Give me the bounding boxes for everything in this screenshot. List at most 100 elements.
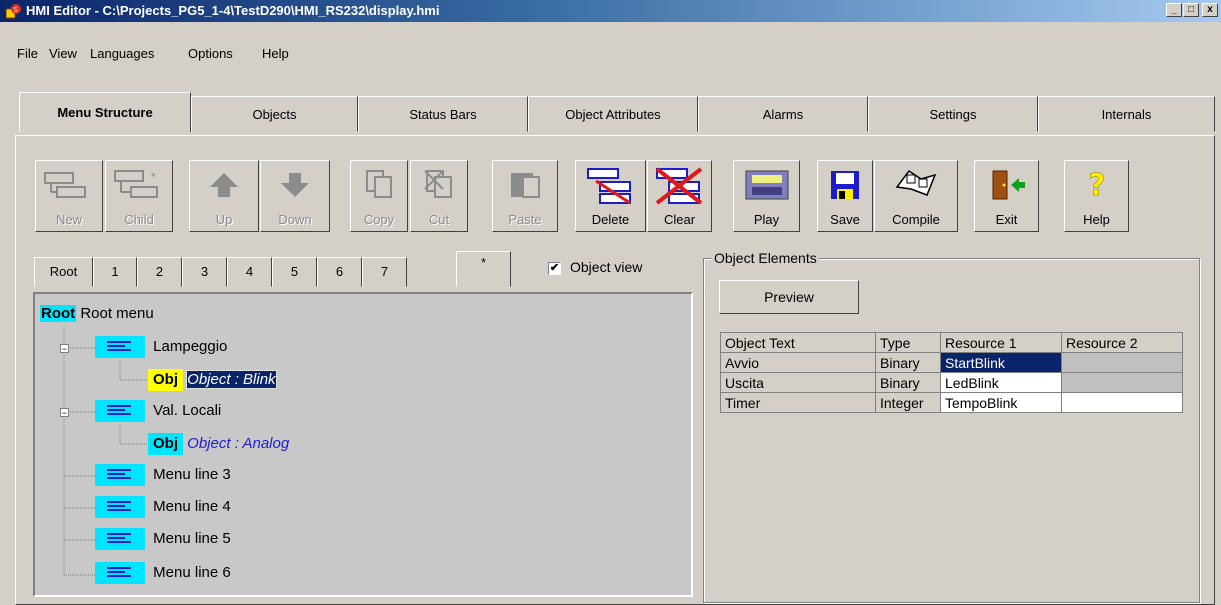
cell-resource-2[interactable] — [1061, 352, 1183, 373]
table-row[interactable]: Avvio Binary StartBlink — [720, 352, 1183, 373]
menu-line-bar — [107, 537, 125, 540]
subtab-new[interactable]: * — [456, 251, 511, 287]
compile-button[interactable]: Compile — [874, 160, 958, 232]
cell-type[interactable]: Binary — [875, 352, 941, 373]
root-tag: Root — [40, 305, 77, 322]
preview-button[interactable]: Preview — [719, 280, 859, 314]
cell-resource-1[interactable]: TempoBlink — [940, 392, 1062, 413]
cell-object-text[interactable]: Timer — [720, 392, 876, 413]
cell-resource-1[interactable]: LedBlink — [940, 372, 1062, 393]
menu-options[interactable]: Options — [188, 46, 233, 61]
menu-tree[interactable]: Root Root menu − Lampeggio Obj Object : … — [33, 292, 693, 597]
tree-menu-val-locali[interactable]: Val. Locali — [95, 399, 221, 423]
subtab-1[interactable]: 1 — [93, 257, 137, 287]
collapse-toggle[interactable]: − — [60, 344, 69, 354]
column-header: Resource 1 — [940, 332, 1062, 353]
menu-line-bar — [107, 501, 131, 504]
tab-alarms[interactable]: Alarms — [698, 96, 868, 132]
delete-button[interactable]: Delete — [575, 160, 646, 232]
column-header: Object Text — [720, 332, 876, 353]
menu-label: Val. Locali — [153, 402, 222, 419]
up-button[interactable]: Up — [189, 160, 259, 232]
compile-icon — [895, 169, 937, 196]
menu-line-icon — [95, 464, 145, 487]
child-button[interactable]: * Child — [105, 160, 173, 232]
hmi-editor-window: S HMI Editor - C:\Projects_PG5_1-4\TestD… — [0, 0, 1221, 605]
tree-object-blink[interactable]: Obj Object : Blink — [148, 368, 277, 392]
tree-menu-line-6[interactable]: Menu line 6 — [95, 561, 231, 585]
object-view-label: Object view — [570, 259, 643, 275]
child-label: Child — [124, 212, 154, 227]
down-button[interactable]: Down — [260, 160, 330, 232]
copy-button[interactable]: Copy — [350, 160, 408, 232]
object-label: Object : Blink — [186, 370, 277, 389]
menu-line-bar — [107, 505, 125, 508]
table-header: Object Text Type Resource 1 Resource 2 — [720, 332, 1183, 353]
menu-file[interactable]: File — [17, 46, 38, 61]
subtab-5[interactable]: 5 — [272, 257, 317, 287]
clear-button[interactable]: Clear — [647, 160, 712, 232]
save-button[interactable]: Save — [817, 160, 873, 232]
title-bar[interactable]: S HMI Editor - C:\Projects_PG5_1-4\TestD… — [0, 0, 1221, 22]
save-label: Save — [830, 212, 860, 227]
cell-object-text[interactable]: Uscita — [720, 372, 876, 393]
tree-menu-line-5[interactable]: Menu line 5 — [95, 527, 231, 551]
subtab-6[interactable]: 6 — [317, 257, 362, 287]
cell-resource-2[interactable] — [1061, 372, 1183, 393]
new-icon — [44, 172, 86, 198]
tree-menu-line-3[interactable]: Menu line 3 — [95, 463, 231, 487]
object-view-checkbox[interactable]: ✔ — [548, 262, 561, 275]
tab-menu-structure[interactable]: Menu Structure — [19, 92, 191, 132]
delete-icon — [586, 168, 631, 205]
tree-menu-line-4[interactable]: Menu line 4 — [95, 495, 231, 519]
exit-button[interactable]: Exit — [974, 160, 1039, 232]
exit-label: Exit — [995, 212, 1018, 227]
cell-object-text[interactable]: Avvio — [720, 352, 876, 373]
subtab-7[interactable]: 7 — [362, 257, 407, 287]
down-arrow-icon — [281, 173, 309, 197]
new-button[interactable]: New — [35, 160, 103, 232]
play-button[interactable]: Play — [733, 160, 800, 232]
tab-settings[interactable]: Settings — [868, 96, 1038, 132]
subtab-root[interactable]: Root — [34, 257, 93, 287]
menu-line-bar — [107, 473, 125, 476]
tab-objects[interactable]: Objects — [191, 96, 358, 132]
menu-line-bar — [107, 477, 131, 480]
menu-help[interactable]: Help — [262, 46, 289, 61]
menu-line-bar — [107, 575, 131, 578]
collapse-toggle[interactable]: − — [60, 408, 69, 418]
cell-type[interactable]: Integer — [875, 392, 941, 413]
cell-type[interactable]: Binary — [875, 372, 941, 393]
subtab-3[interactable]: 3 — [182, 257, 227, 287]
menu-line-bar — [107, 533, 131, 536]
subtab-2[interactable]: 2 — [137, 257, 182, 287]
cell-resource-1[interactable]: StartBlink — [940, 352, 1062, 373]
menu-languages[interactable]: Languages — [90, 46, 154, 61]
object-elements-label: Object Elements — [712, 250, 819, 266]
object-elements-table: Object Text Type Resource 1 Resource 2 A… — [720, 332, 1183, 413]
tab-object-attributes[interactable]: Object Attributes — [528, 96, 698, 132]
maximize-button[interactable]: □ — [1183, 3, 1199, 17]
menu-view[interactable]: View — [49, 46, 77, 61]
subtab-4[interactable]: 4 — [227, 257, 272, 287]
cell-resource-2[interactable] — [1061, 392, 1183, 413]
paste-button[interactable]: Paste — [492, 160, 558, 232]
minimize-button[interactable]: _ — [1166, 3, 1182, 17]
question-mark-icon: ? — [1088, 168, 1106, 203]
tree-menu-lampeggio[interactable]: Lampeggio — [95, 335, 227, 359]
menu-line-icon — [95, 528, 145, 551]
menu-label: Menu line 6 — [153, 564, 231, 581]
menu-line-icon — [95, 562, 145, 585]
help-button[interactable]: ? Help — [1064, 160, 1129, 232]
menu-line-bar — [107, 413, 131, 416]
tab-status-bars[interactable]: Status Bars — [358, 96, 528, 132]
cut-button[interactable]: Cut — [410, 160, 468, 232]
tree-object-analog[interactable]: Obj Object : Analog — [148, 432, 289, 456]
menu-line-bar — [107, 409, 125, 412]
tab-internals[interactable]: Internals — [1038, 96, 1215, 132]
tree-root-node[interactable]: Root Root menu — [40, 302, 154, 326]
column-header: Type — [875, 332, 941, 353]
close-button[interactable]: x — [1202, 3, 1218, 17]
table-row[interactable]: Timer Integer TempoBlink — [720, 392, 1183, 413]
table-row[interactable]: Uscita Binary LedBlink — [720, 372, 1183, 393]
